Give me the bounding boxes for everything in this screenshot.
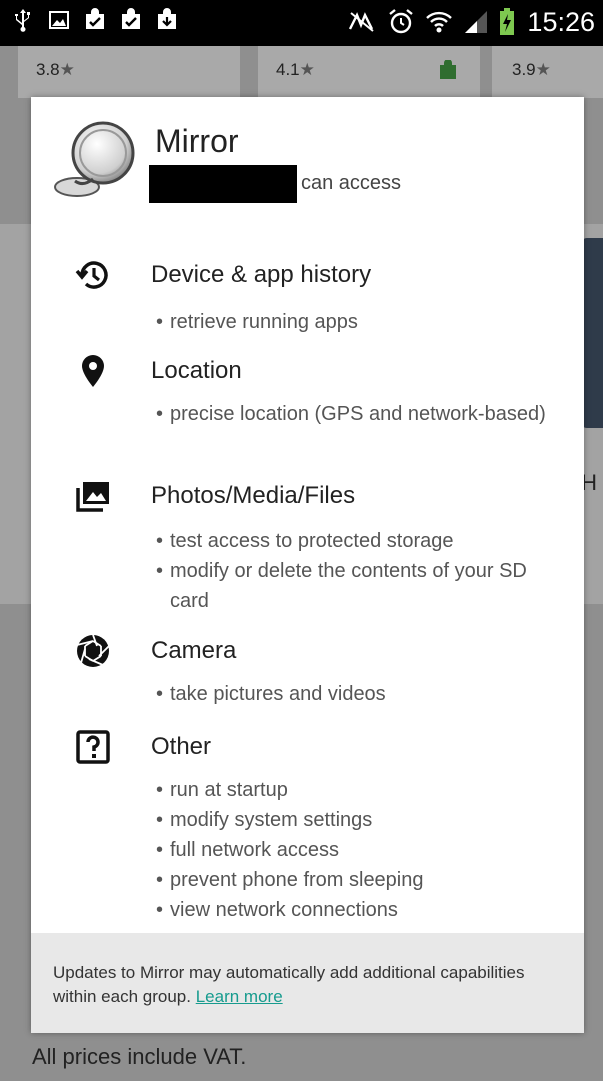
redaction-block — [149, 165, 297, 203]
can-access-label: can access — [301, 172, 402, 194]
app-title: Mirror — [155, 123, 239, 159]
store-update-icon — [158, 8, 176, 29]
mirror-app-icon — [54, 121, 135, 197]
permission-group-title: Camera — [151, 637, 237, 664]
learn-more-link[interactable]: Learn more — [196, 987, 283, 1006]
question-box-icon — [76, 730, 110, 764]
permission-item-list: take pictures and videos — [156, 679, 556, 709]
battery-charging-icon — [500, 8, 515, 35]
nfc-mute-icon — [349, 12, 375, 32]
star-icon: ★ — [535, 60, 551, 79]
camera-aperture-icon — [76, 634, 110, 667]
location-pin-icon — [82, 355, 104, 387]
permission-group-title: Other — [151, 733, 212, 760]
permissions-dialog: Mirror can access Device & app history r… — [31, 97, 584, 1033]
app-rating: 3.8★ — [36, 60, 75, 79]
image-notification-icon — [49, 11, 69, 29]
permission-group-title: Location — [151, 357, 242, 384]
permission-item: full network access — [156, 835, 556, 865]
permission-item-list: test access to protected storage modify … — [156, 526, 556, 616]
wifi-icon — [426, 11, 453, 33]
vat-notice-visible: All prices include VAT. — [32, 1044, 247, 1069]
permission-item-list: retrieve running apps — [156, 307, 556, 337]
app-rating: 4.1★ — [276, 60, 315, 79]
permission-item-list: precise location (GPS and network-based) — [156, 399, 556, 429]
permission-item: precise location (GPS and network-based) — [156, 399, 556, 429]
permission-group-title: Device & app history — [151, 261, 372, 288]
store-badge-icon — [440, 60, 456, 79]
permission-item: view network connections — [156, 895, 556, 925]
notification-icons — [12, 8, 178, 32]
status-time: 15:26 — [527, 7, 595, 37]
permission-item: run at startup — [156, 775, 556, 805]
permission-item: take pictures and videos — [156, 679, 556, 709]
alarm-icon — [389, 9, 414, 34]
permission-item: modify or delete the contents of your SD… — [156, 556, 556, 616]
system-icons: 15:26 — [347, 6, 595, 38]
permission-group-title: Photos/Media/Files — [151, 482, 356, 509]
store-update-icon — [86, 8, 104, 29]
permission-item: prevent phone from sleeping — [156, 865, 556, 895]
permission-item-list: run at startup modify system settings fu… — [156, 775, 556, 925]
dialog-footer: Updates to Mirror may automatically add … — [31, 933, 584, 1033]
history-icon — [75, 261, 108, 289]
usb-icon — [15, 9, 30, 32]
status-bar: 15:26 — [0, 0, 603, 46]
store-update-icon — [122, 8, 140, 29]
background-card-image — [581, 238, 603, 428]
app-rating: 3.9★ — [512, 60, 551, 79]
star-icon: ★ — [299, 60, 315, 79]
star-icon: ★ — [59, 60, 75, 79]
permission-item: test access to protected storage — [156, 526, 556, 556]
permission-item: retrieve running apps — [156, 307, 556, 337]
updates-notice: Updates to Mirror may automatically add … — [53, 963, 525, 1006]
permission-item: modify system settings — [156, 805, 556, 835]
signal-icon — [465, 11, 488, 33]
photos-media-icon — [76, 482, 109, 512]
